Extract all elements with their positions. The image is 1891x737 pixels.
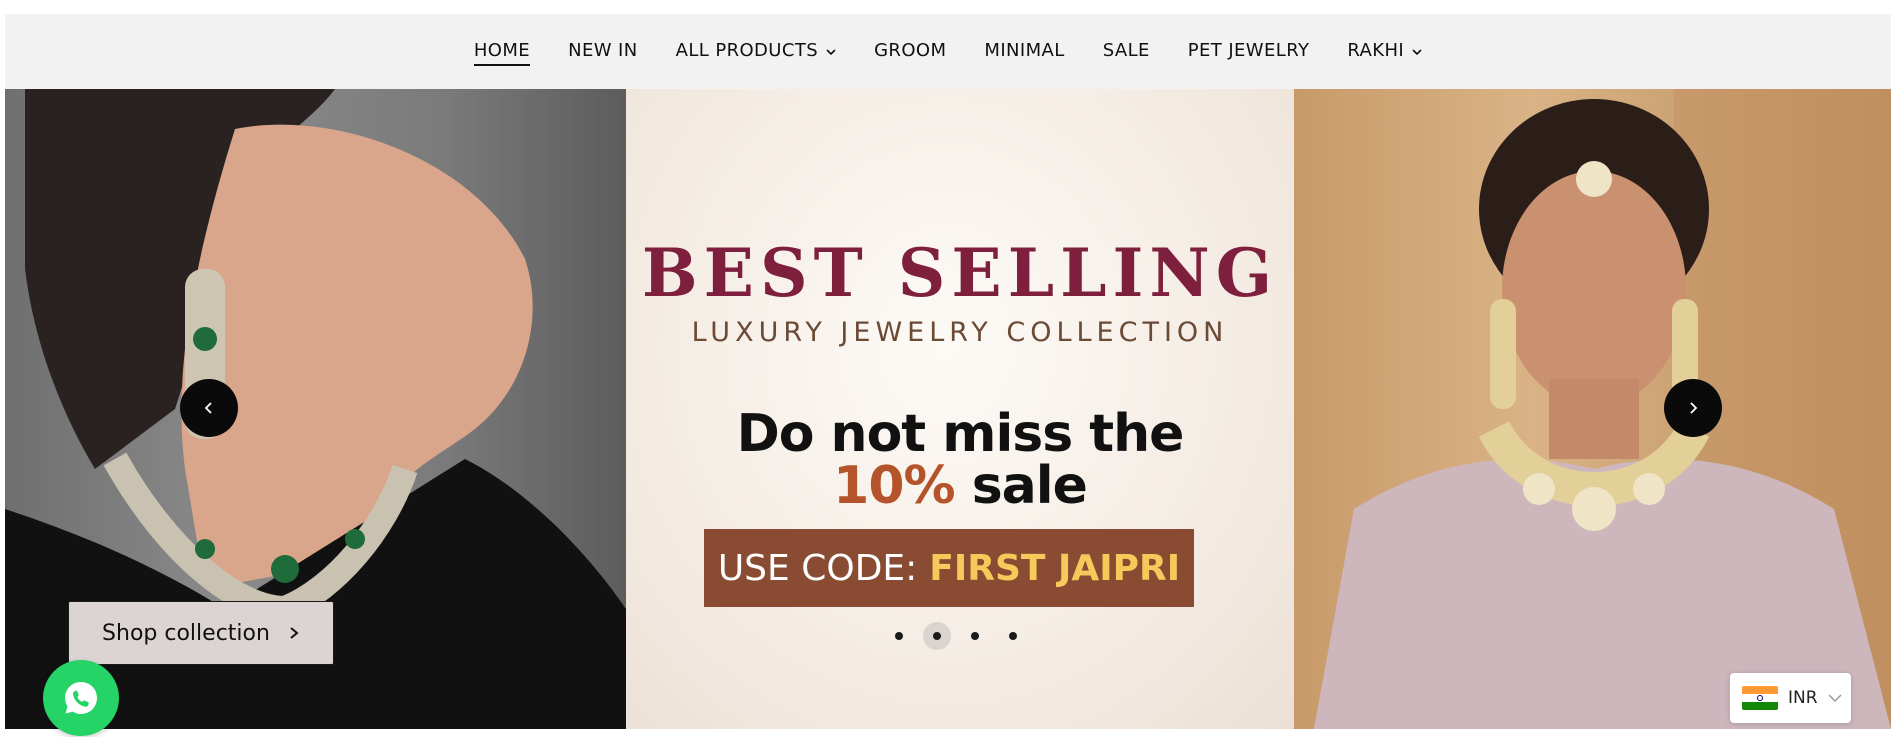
nav-item-pet-jewelry[interactable]: PET JEWELRY — [1169, 38, 1329, 66]
page: HOME NEW IN ALL PRODUCTS GROOM MINIMAL S… — [5, 0, 1891, 737]
carousel-dot-4[interactable] — [994, 622, 1032, 650]
promo-code-value: FIRST JAIPRI — [929, 547, 1181, 589]
shop-collection-button[interactable]: Shop collection — [68, 601, 334, 665]
nav-label: SALE — [1102, 39, 1150, 61]
nav-label: HOME — [473, 38, 531, 66]
nav-label: ALL PRODUCTS — [675, 39, 819, 61]
chevron-down-icon — [1828, 694, 1842, 703]
chevron-right-icon — [1690, 402, 1698, 414]
nav-label: RAKHI — [1347, 39, 1405, 61]
nav-item-home[interactable]: HOME — [455, 38, 549, 66]
nav-label: GROOM — [874, 39, 947, 61]
chevron-right-icon — [290, 627, 299, 639]
promo-subtitle: LUXURY JEWELRY COLLECTION — [691, 317, 1229, 348]
promo-code-label: USE CODE: — [717, 547, 918, 589]
model-illustration-right — [1314, 89, 1891, 729]
hero-carousel: BEST SELLING LUXURY JEWELRY COLLECTION D… — [5, 89, 1891, 729]
promo-headline: Do not miss the — [736, 404, 1185, 464]
carousel-prev-button[interactable] — [180, 379, 238, 437]
nav-label: NEW IN — [568, 39, 638, 61]
carousel-dot-1[interactable] — [880, 622, 918, 650]
promo-percent: 10% — [833, 456, 955, 516]
carousel-next-button[interactable] — [1664, 379, 1722, 437]
promo-sale-word: sale — [954, 456, 1088, 516]
carousel-dot-2[interactable] — [923, 622, 951, 650]
promo-code-box: USE CODE: FIRST JAIPRI — [704, 529, 1194, 607]
nav-item-all-products[interactable]: ALL PRODUCTS — [657, 38, 855, 66]
nav-item-new-in[interactable]: NEW IN — [549, 38, 657, 66]
nav-item-groom[interactable]: GROOM — [855, 38, 965, 66]
carousel-dot-3[interactable] — [956, 622, 994, 650]
nav-label: MINIMAL — [984, 39, 1065, 61]
nav-label: PET JEWELRY — [1187, 39, 1310, 61]
main-navigation: HOME NEW IN ALL PRODUCTS GROOM MINIMAL S… — [5, 14, 1891, 89]
currency-selector[interactable]: INR — [1730, 673, 1851, 723]
chevron-down-icon — [826, 48, 836, 55]
model-photo-right — [1294, 89, 1891, 729]
shop-collection-label: Shop collection — [102, 620, 270, 646]
nav-item-rakhi[interactable]: RAKHI — [1328, 38, 1441, 66]
india-flag-icon — [1742, 686, 1778, 710]
whatsapp-icon — [65, 682, 97, 714]
nav-item-minimal[interactable]: MINIMAL — [965, 38, 1083, 66]
carousel-pagination — [880, 622, 1032, 650]
whatsapp-chat-button[interactable] — [43, 660, 119, 736]
promo-sale-line: 10% sale — [626, 456, 1294, 516]
currency-code: INR — [1788, 688, 1818, 708]
promo-title: BEST SELLING — [641, 234, 1279, 312]
nav-item-sale[interactable]: SALE — [1084, 38, 1169, 66]
chevron-left-icon — [204, 402, 212, 414]
chevron-down-icon — [1412, 48, 1422, 55]
